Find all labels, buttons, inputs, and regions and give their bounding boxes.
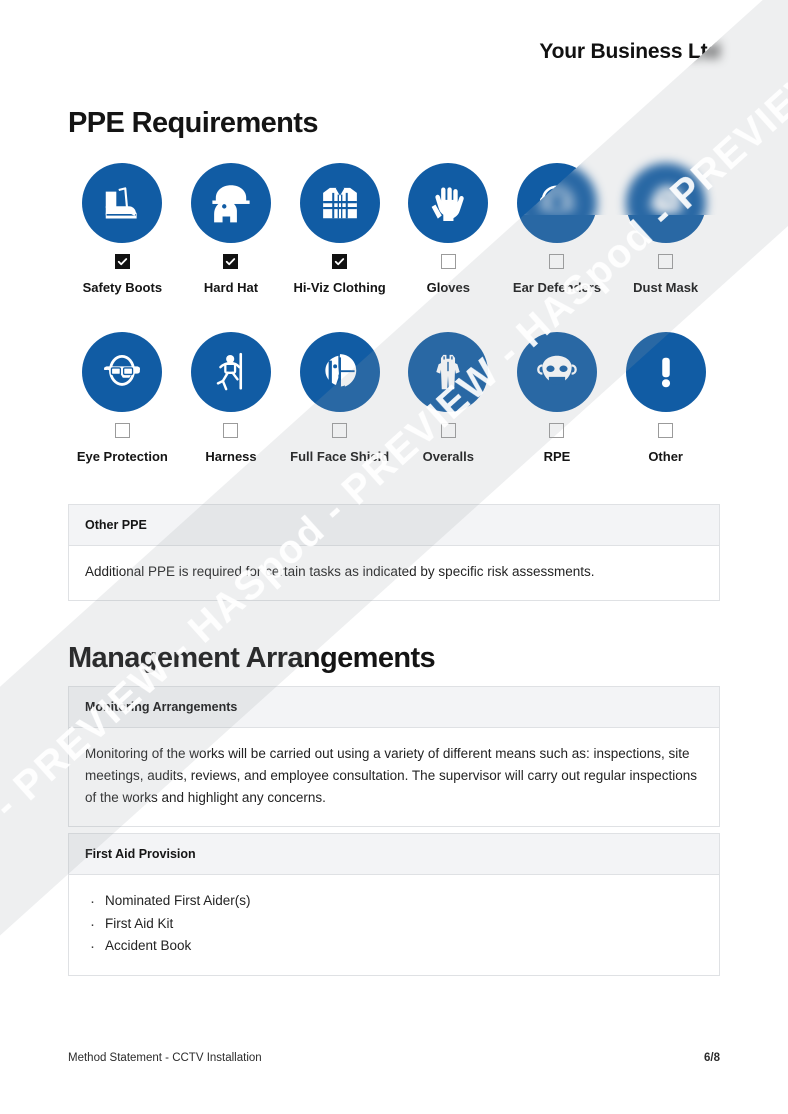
ppe-item-label: Other <box>648 448 683 464</box>
ppe-checkbox-checked[interactable] <box>223 254 239 269</box>
safety-boots-icon <box>82 163 163 243</box>
ppe-checkbox-unchecked[interactable] <box>549 422 565 438</box>
monitoring-box-title: Monitoring Arrangements <box>69 687 719 728</box>
first-aid-box-title: First Aid Provision <box>69 834 719 875</box>
ppe-item: Gloves <box>394 163 503 298</box>
monitoring-arrangements-box: Monitoring Arrangements Monitoring of th… <box>68 686 720 827</box>
ppe-item: Eye Protection <box>68 331 177 467</box>
other-ppe-box-body: Additional PPE is required for certain t… <box>85 564 595 579</box>
company-name: Your Business Ltd <box>539 40 720 63</box>
ppe-item-label: RPE <box>543 448 571 464</box>
ppe-item: Other <box>611 331 720 467</box>
ppe-checkbox-unchecked[interactable] <box>440 422 456 438</box>
ppe-item-label: Dust Mask <box>633 280 699 295</box>
ppe-item: Dust Mask <box>611 163 720 298</box>
ppe-checkbox-checked[interactable] <box>332 254 348 269</box>
first-aid-provision-box: First Aid Provision Nominated First Aide… <box>68 833 720 977</box>
ppe-item-label: Hard Hat <box>203 280 259 295</box>
rpe-icon <box>516 331 597 412</box>
ppe-item: Ear Defenders <box>503 163 612 298</box>
ppe-item-label: Harness <box>205 448 257 464</box>
overalls-icon <box>408 331 489 412</box>
ppe-item: RPE <box>503 331 612 467</box>
management-arrangements-heading: Management Arrangements <box>68 642 436 674</box>
ppe-item-label: Eye Protection <box>76 448 168 464</box>
ppe-item-label: Full Face Shield <box>290 448 390 464</box>
ppe-checkbox-unchecked[interactable] <box>223 422 239 438</box>
ppe-checkbox-unchecked[interactable] <box>114 422 130 438</box>
eye-protection-icon <box>82 331 163 412</box>
ppe-item: Safety Boots <box>68 163 177 298</box>
harness-icon <box>190 331 271 412</box>
footer-page-number: 6/8 <box>704 1052 720 1064</box>
document-footer: Method Statement - CCTV Installation 6/8 <box>68 1052 720 1064</box>
ppe-checkbox-checked[interactable] <box>114 254 130 269</box>
hard-hat-icon <box>190 163 271 243</box>
ppe-item: Hi-Viz Clothing <box>285 163 394 298</box>
ppe-item-label: Gloves <box>426 280 470 295</box>
dust-mask-icon <box>625 163 706 243</box>
document-page: Your Business Ltd PPE Requirements Safet… <box>0 0 788 1114</box>
ppe-checkbox-unchecked[interactable] <box>332 422 348 438</box>
ppe-item: Harness <box>177 331 286 467</box>
ppe-item-label: Hi-Viz Clothing <box>293 280 386 295</box>
gloves-icon <box>408 163 489 243</box>
ppe-checkbox-unchecked[interactable] <box>658 422 674 438</box>
ppe-item: Full Face Shield <box>285 331 394 467</box>
ppe-item-label: Safety Boots <box>82 280 163 295</box>
first-aid-list-item: Nominated First Aider(s) <box>90 889 703 914</box>
exclamation-icon <box>625 331 706 412</box>
ppe-grid: Safety Boots Hard Hat Hi-Viz Clothing Glove… <box>68 163 720 466</box>
ppe-requirements-heading: PPE Requirements <box>68 107 318 139</box>
first-aid-list: Nominated First Aider(s)First Aid KitAcc… <box>85 889 703 959</box>
face-shield-icon <box>299 331 380 412</box>
ppe-item-label: Overalls <box>422 448 474 464</box>
ppe-item-label: Ear Defenders <box>512 280 602 295</box>
first-aid-box-body: Nominated First Aider(s)First Aid KitAcc… <box>69 875 719 975</box>
document-header: Your Business Ltd <box>68 40 720 64</box>
footer-document-title: Method Statement - CCTV Installation <box>68 1052 262 1064</box>
other-ppe-box: Other PPE Additional PPE is required for… <box>68 504 720 601</box>
hi-viz-icon <box>299 163 380 243</box>
ppe-item: Overalls <box>394 331 503 467</box>
ppe-checkbox-unchecked[interactable] <box>549 254 565 269</box>
ear-defenders-icon <box>516 163 597 243</box>
ppe-item: Hard Hat <box>177 163 286 298</box>
other-ppe-box-title: Other PPE <box>69 505 719 546</box>
ppe-checkbox-unchecked[interactable] <box>658 254 674 269</box>
ppe-checkbox-unchecked[interactable] <box>440 254 456 269</box>
monitoring-box-body: Monitoring of the works will be carried … <box>85 746 698 805</box>
first-aid-list-item: First Aid Kit <box>90 912 703 937</box>
first-aid-list-item: Accident Book <box>90 934 703 959</box>
